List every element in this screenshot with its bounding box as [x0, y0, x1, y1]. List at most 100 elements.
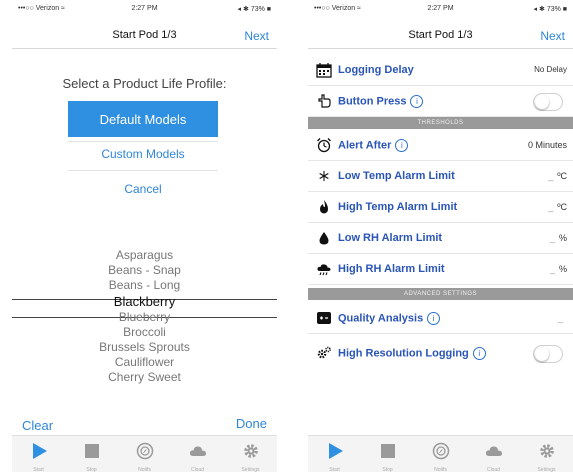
picker-item-selected[interactable]: Blackberry — [12, 293, 277, 310]
thresholds-section-header: THRESHOLDS — [308, 117, 573, 129]
compass-icon — [432, 442, 450, 465]
high-rh-label: High RH Alarm Limit — [338, 263, 445, 275]
tab-cloud[interactable]: Cloud — [467, 436, 520, 472]
empty-dash: _ — [549, 233, 555, 243]
nav-bar: Start Pod 1/3 Next — [12, 22, 277, 49]
tab-bar: Start Stop Notifs Cloud Settings — [308, 435, 573, 472]
low-rh-row[interactable]: Low RH Alarm Limit _% — [308, 223, 573, 254]
tab-label: Start — [329, 467, 340, 472]
tab-start[interactable]: Start — [308, 436, 361, 472]
high-res-label: High Resolution Logging — [338, 347, 469, 360]
stop-icon — [379, 442, 397, 465]
picker-item[interactable]: Cauliflower — [12, 355, 277, 370]
product-picker[interactable]: Asparagus Beans - Snap Beans - Long Blackbe… — [12, 248, 277, 385]
info-icon[interactable]: i — [410, 95, 424, 108]
page-title: Start Pod 1/3 — [408, 29, 473, 41]
play-icon — [30, 442, 48, 465]
status-bar: •••○○ Verizon ≈ 2:27 PM ◂ ✱ 73% ■ — [12, 0, 277, 18]
nav-bar: Start Pod 1/3 Next — [308, 22, 573, 49]
picker-item[interactable]: Brussels Sprouts — [12, 340, 277, 355]
calendar-icon — [316, 63, 332, 78]
tab-cloud[interactable]: Cloud — [171, 436, 224, 472]
picker-item[interactable]: Beans - Snap — [12, 263, 277, 278]
tab-settings[interactable]: Settings — [520, 436, 573, 472]
right-screen: •••○○ Verizon ≈ 2:27 PM ◂ ✱ 73% ■ Start … — [308, 0, 573, 472]
tab-bar: Start Stop Notifs Cloud Settings — [12, 435, 277, 472]
alert-after-value: 0 Minutes — [527, 140, 567, 150]
alert-after-label: Alert After — [338, 139, 392, 152]
high-temp-value-wrap: _ ºC — [548, 202, 567, 212]
logging-delay-label: Logging Delay — [338, 64, 414, 76]
clear-button[interactable]: Clear — [22, 418, 53, 433]
tab-notifs[interactable]: Notifs — [414, 436, 467, 472]
empty-dash: _ — [549, 264, 555, 274]
info-icon[interactable]: i — [427, 312, 441, 325]
profile-prompt: Select a Product Life Profile: — [62, 76, 227, 91]
pointing-hand-icon — [318, 94, 331, 108]
button-press-label-wrap: Button Press i — [338, 95, 424, 108]
high-res-toggle[interactable] — [533, 345, 563, 363]
tab-stop[interactable]: Stop — [65, 436, 118, 472]
custom-models-button[interactable]: Custom Models — [68, 147, 218, 161]
low-rh-unit: % — [558, 233, 567, 243]
high-res-label-wrap: High Resolution Logging i — [338, 347, 486, 360]
left-screen: •••○○ Verizon ≈ 2:27 PM ◂ ✱ 73% ■ Start … — [12, 0, 277, 472]
next-button[interactable]: Next — [244, 29, 269, 43]
tab-start[interactable]: Start — [12, 436, 65, 472]
high-temp-row[interactable]: High Temp Alarm Limit _ ºC — [308, 192, 573, 223]
cancel-button[interactable]: Cancel — [68, 182, 218, 196]
quality-analysis-value: _ — [558, 313, 567, 323]
battery-indicator: ◂ ✱ 73% ■ — [237, 6, 271, 13]
low-temp-label: Low Temp Alarm Limit — [338, 170, 455, 182]
alarm-clock-icon — [317, 138, 331, 153]
tab-label: Notifs — [434, 467, 447, 472]
status-bar: •••○○ Verizon ≈ 2:27 PM ◂ ✱ 73% ■ — [308, 0, 573, 18]
tab-notifs[interactable]: Notifs — [118, 436, 171, 472]
cloud-icon — [189, 442, 207, 465]
tab-settings[interactable]: Settings — [224, 436, 277, 472]
default-models-button[interactable]: Default Models — [68, 101, 218, 137]
picker-item[interactable]: Asparagus — [12, 248, 277, 263]
low-temp-value-wrap: _ ºC — [548, 171, 567, 181]
high-rh-unit: % — [558, 264, 567, 274]
quality-analysis-label-wrap: Quality Analysis i — [338, 312, 441, 325]
quality-badge-icon — [317, 312, 331, 324]
high-temp-unit: ºC — [557, 202, 567, 212]
info-icon[interactable]: i — [472, 347, 486, 360]
cloud-icon — [485, 442, 503, 465]
low-temp-unit: ºC — [557, 171, 567, 181]
toggle-knob — [535, 347, 549, 361]
info-icon[interactable]: i — [395, 139, 409, 152]
tab-label: Settings — [241, 467, 260, 472]
cloud-rain-icon — [317, 264, 331, 276]
picker-item[interactable]: Broccoli — [12, 325, 277, 340]
tab-label: Stop — [382, 467, 393, 472]
page-title: Start Pod 1/3 — [112, 29, 177, 41]
tab-label: Settings — [537, 467, 556, 472]
high-rh-row[interactable]: High RH Alarm Limit _% — [308, 254, 573, 285]
button-press-row: Button Press i — [308, 86, 573, 117]
quality-analysis-row[interactable]: Quality Analysis i _ — [308, 303, 573, 334]
picker-item[interactable]: Cherry Sweet — [12, 370, 277, 385]
advanced-settings-section-header: ADVANCED SETTINGS — [308, 288, 573, 300]
stop-icon — [83, 442, 101, 465]
gear-icon — [242, 442, 260, 465]
done-button[interactable]: Done — [236, 416, 267, 431]
logging-delay-row[interactable]: Logging Delay No Delay — [308, 55, 573, 86]
low-rh-value-wrap: _% — [550, 233, 567, 243]
alert-after-row[interactable]: Alert After i 0 Minutes — [308, 130, 573, 161]
logging-delay-value: No Delay — [534, 65, 567, 74]
picker-item[interactable]: Beans - Long — [12, 278, 277, 293]
tab-label: Stop — [86, 467, 97, 472]
high-res-logging-row: High Resolution Logging i — [308, 338, 573, 368]
low-temp-row[interactable]: Low Temp Alarm Limit _ ºC — [308, 161, 573, 192]
next-button[interactable]: Next — [540, 29, 565, 43]
divider — [68, 141, 218, 142]
empty-dash: _ — [557, 313, 563, 323]
toggle-knob — [535, 95, 549, 109]
button-press-label: Button Press — [338, 95, 407, 108]
tab-stop[interactable]: Stop — [361, 436, 414, 472]
empty-dash: _ — [548, 202, 554, 212]
button-press-toggle[interactable] — [533, 93, 563, 111]
picker-item[interactable]: Blueberry — [12, 310, 277, 325]
